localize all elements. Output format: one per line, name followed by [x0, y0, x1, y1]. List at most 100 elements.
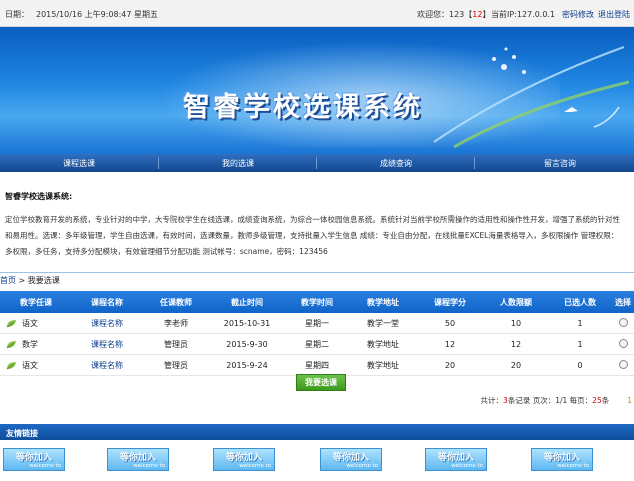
- enrolled-cell: 0: [548, 354, 612, 376]
- intro-line: 多权限，多任务，支持多分配模块，有效管理细节分配功能 测试帐号：scname，密…: [5, 247, 328, 256]
- pager-page: 1/1: [555, 396, 568, 405]
- leaf-icon: [6, 361, 16, 369]
- col-header: 任课教师: [142, 291, 210, 313]
- select-radio[interactable]: [618, 359, 628, 369]
- course-name-link[interactable]: 课程名称: [72, 354, 142, 376]
- pager-total-suffix: 条记录 页次：: [507, 396, 556, 405]
- intro-line: 定位学校教育开发的系统，专业针对的中学，大专院校学生在线选课，成绩查询系统，为综…: [5, 215, 620, 224]
- deadline-cell: 2015-9-30: [210, 333, 284, 355]
- nav-separator: [316, 157, 317, 169]
- col-header: 截止时间: [210, 291, 284, 313]
- select-cell: [612, 313, 634, 334]
- breadcrumb-home[interactable]: 首页: [0, 276, 16, 285]
- nav-grade-query[interactable]: 成绩查询: [380, 158, 412, 169]
- current-ip: 当前IP:127.0.0.1: [491, 10, 556, 19]
- table-row: 语文 课程名称 管理员 2015-9-24 星期四 教学地址 20 20 0: [0, 354, 634, 376]
- logo-big-text: 等你加入: [15, 453, 52, 463]
- nav-my-courses[interactable]: 我的选课: [222, 158, 254, 169]
- date-label: 日期：: [5, 10, 29, 19]
- header-banner: 智睿学校选课系统: [0, 27, 634, 154]
- change-password-link[interactable]: 密码修改: [562, 9, 594, 20]
- system-intro: 智睿学校选课系统: 定位学校教育开发的系统，专业针对的中学，大专院校学生在线选课…: [5, 191, 633, 260]
- breadcrumb-arrow: >: [16, 276, 28, 285]
- top-status-bar: 日期： 2015/10/16 上午9:08:47 星期五 欢迎您：123【12】…: [0, 0, 634, 27]
- date-value: 2015/10/16 上午9:08:47 星期五: [36, 10, 159, 19]
- credit-cell: 20: [416, 354, 484, 376]
- nav-separator: [474, 157, 475, 169]
- enrolled-cell: 1: [548, 313, 612, 334]
- friend-links-title: 友情链接: [6, 429, 38, 438]
- table-row: 数学 课程名称 管理员 2015-9-30 星期二 教学地址 12 12 1: [0, 333, 634, 355]
- leaf-icon: [6, 319, 16, 327]
- logo-small-text: welcome to: [239, 463, 271, 469]
- dandelion-decoration-icon: [433, 46, 630, 149]
- pagination-info: 共计：3条记录 页次：1/1 每页：25条 1: [481, 395, 632, 406]
- system-title: 智睿学校选课系统: [183, 92, 423, 123]
- location-cell: 教学地址: [350, 354, 416, 376]
- subject-text: 语文: [22, 318, 38, 328]
- table-header-row: 教学任课 课程名称 任课教师 截止时间 教学时间 教学地址 课程学分 人数限额 …: [0, 291, 634, 313]
- course-name-link[interactable]: 课程名称: [72, 333, 142, 355]
- course-name-link[interactable]: 课程名称: [72, 313, 142, 334]
- location-cell: 教学地址: [350, 333, 416, 355]
- welcome-prefix: 欢迎您：123【: [417, 10, 473, 19]
- friend-link-logo[interactable]: 等你加入 welcome to: [531, 448, 593, 471]
- logo-small-text: welcome to: [29, 463, 61, 469]
- select-radio[interactable]: [618, 338, 628, 348]
- enrolled-cell: 1: [548, 333, 612, 355]
- friend-link-logo[interactable]: 等你加入 welcome to: [3, 448, 65, 471]
- table-row: 语文 课程名称 李老师 2015-10-31 星期一 教学一堂 50 10 1: [0, 313, 634, 334]
- deadline-cell: 2015-9-24: [210, 354, 284, 376]
- credit-cell: 50: [416, 313, 484, 334]
- col-header: 已选人数: [548, 291, 612, 313]
- breadcrumb-current: 我要选课: [27, 276, 60, 285]
- pager-page-link[interactable]: 1: [627, 396, 632, 405]
- main-nav: 课程选课 我的选课 成绩查询 留言咨询: [0, 154, 634, 172]
- deadline-cell: 2015-10-31: [210, 313, 284, 334]
- friend-links-header: 友情链接: [0, 424, 634, 440]
- nav-course-selection[interactable]: 课程选课: [63, 158, 95, 169]
- credit-cell: 12: [416, 333, 484, 355]
- col-header: 人数限额: [484, 291, 548, 313]
- select-radio[interactable]: [618, 317, 628, 327]
- location-cell: 教学一堂: [350, 313, 416, 334]
- col-header: 课程名称: [72, 291, 142, 313]
- teacher-cell: 李老师: [142, 313, 210, 334]
- logo-small-text: welcome to: [557, 463, 589, 469]
- friend-link-logo[interactable]: 等你加入 welcome to: [213, 448, 275, 471]
- welcome-suffix: 】: [482, 10, 491, 19]
- schedule-cell: 星期一: [284, 313, 350, 334]
- nav-message[interactable]: 留言咨询: [544, 158, 576, 169]
- col-header: 选择: [612, 291, 634, 313]
- friend-link-logo[interactable]: 等你加入 welcome to: [107, 448, 169, 471]
- logout-link[interactable]: 退出登陆: [598, 9, 630, 20]
- col-header: 教学地址: [350, 291, 416, 313]
- select-cell: [612, 354, 634, 376]
- pager-per-suffix: 条: [601, 396, 610, 405]
- welcome-count: 12: [472, 10, 483, 19]
- breadcrumb: 首页 > 我要选课: [0, 272, 634, 289]
- friend-links-logos: 等你加入 welcome to 等你加入 welcome to 等你加入 welcom…: [0, 446, 634, 472]
- pager-per-prefix: 每页：: [567, 396, 593, 405]
- logo-small-text: welcome to: [451, 463, 483, 469]
- logo-small-text: welcome to: [133, 463, 165, 469]
- course-table: 教学任课 课程名称 任课教师 截止时间 教学时间 教学地址 课程学分 人数限额 …: [0, 291, 634, 376]
- leaf-icon: [6, 340, 16, 348]
- col-header: 教学时间: [284, 291, 350, 313]
- select-cell: [612, 333, 634, 355]
- logo-big-text: 等你加入: [332, 453, 369, 463]
- subject-cell: 语文: [0, 313, 72, 334]
- pager-total-prefix: 共计：: [480, 396, 504, 405]
- subject-cell: 数学: [0, 333, 72, 355]
- logo-small-text: welcome to: [346, 463, 378, 469]
- pager-per-count: 25: [592, 396, 602, 405]
- friend-link-logo[interactable]: 等你加入 welcome to: [425, 448, 487, 471]
- subject-text: 语文: [22, 360, 38, 370]
- limit-cell: 12: [484, 333, 548, 355]
- select-course-button[interactable]: 我要选课: [296, 374, 346, 391]
- logo-big-text: 等你加入: [119, 453, 156, 463]
- subject-cell: 语文: [0, 354, 72, 376]
- intro-line: 和易用性。选课：多年级管理，学生自由选课，有效时间，选课数量，教师多级管理，支持…: [5, 231, 619, 240]
- friend-link-logo[interactable]: 等你加入 welcome to: [320, 448, 382, 471]
- col-header: 课程学分: [416, 291, 484, 313]
